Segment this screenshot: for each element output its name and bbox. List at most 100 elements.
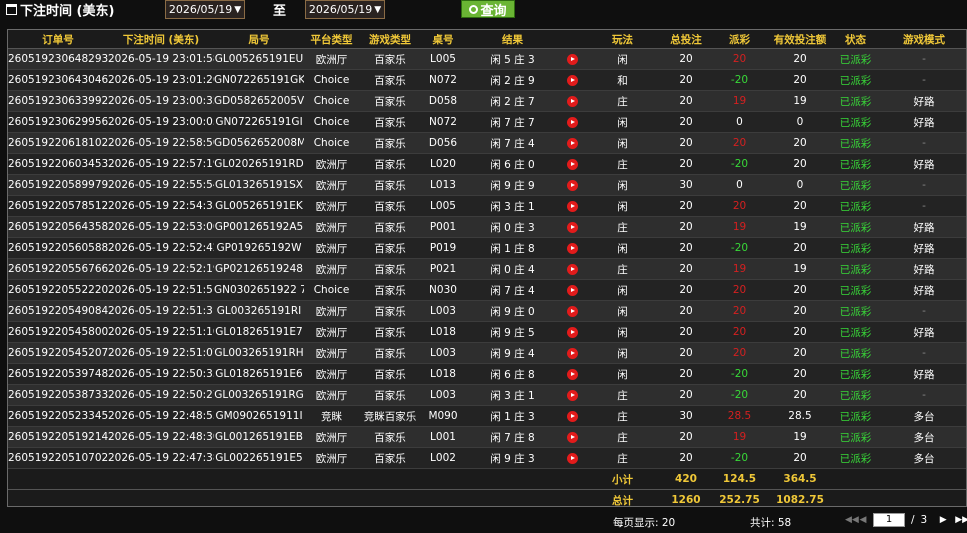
cell-table-no: L020	[421, 153, 465, 175]
prev-page-icon[interactable]: ◀	[857, 515, 869, 525]
play-icon[interactable]	[567, 158, 578, 170]
cell-round-id: GL003265191RH	[214, 342, 304, 364]
play-icon[interactable]	[567, 284, 578, 296]
cell-bet-time: 2026-05-19 22:51:07	[108, 342, 214, 364]
play-icon[interactable]	[567, 389, 578, 401]
cell-table-no: N072	[421, 111, 465, 133]
cell-bet-type: 闲	[585, 237, 660, 259]
table-row[interactable]: 260519220560588 2026-05-19 22:52:42 GP0192…	[8, 237, 966, 259]
table-row[interactable]: 260519230629956 2026-05-19 23:00:05 GN0722…	[8, 111, 966, 133]
table-row[interactable]: 260519220552220 2026-05-19 22:51:51 GN0302…	[8, 279, 966, 301]
cell-payout: 19	[712, 258, 767, 280]
cell-game-type: 百家乐	[359, 279, 421, 301]
table-row[interactable]: 260519220545800 2026-05-19 22:51:10 GL0182…	[8, 321, 966, 343]
table-row[interactable]: 260519230633992 2026-05-19 23:00:33 GD0582…	[8, 90, 966, 112]
play-icon[interactable]	[567, 410, 578, 422]
play-icon[interactable]	[567, 368, 578, 380]
search-button[interactable]: 查询	[461, 0, 515, 19]
table-row[interactable]: 260519220589979 2026-05-19 22:55:54 GL0132…	[8, 174, 966, 196]
play-icon[interactable]	[567, 95, 578, 107]
play-icon[interactable]	[567, 452, 578, 464]
cell-round-id: GP019265192W	[214, 237, 304, 259]
table-row[interactable]: 260519220523345 2026-05-19 22:48:53 GM0902…	[8, 405, 966, 427]
date-to-picker[interactable]: 2026/05/19 ▼	[305, 0, 385, 19]
cell-total-bet: 20	[660, 426, 712, 448]
cell-platform: 欧洲厅	[304, 426, 359, 448]
cell-status: 已派彩	[833, 90, 878, 112]
first-page-icon[interactable]: ◀◀	[845, 515, 859, 525]
total-row-label: 总计	[585, 489, 660, 506]
table-row[interactable]: 260519220510702 2026-05-19 22:47:38 GL0022…	[8, 447, 966, 469]
col-status-header: 状态	[833, 30, 878, 49]
cell-order-id: 260519220556766	[8, 258, 108, 280]
play-icon[interactable]	[567, 347, 578, 359]
cell-bet-type: 闲	[585, 342, 660, 364]
table-row[interactable]: 260519220618102 2026-05-19 22:58:50 GD0562…	[8, 132, 966, 154]
next-page-icon[interactable]: ▶	[937, 515, 949, 525]
cell-status: 已派彩	[833, 69, 878, 91]
table-row[interactable]: 260519220578512 2026-05-19 22:54:35 GL0052…	[8, 195, 966, 217]
play-icon[interactable]	[567, 137, 578, 149]
empty-cell	[465, 489, 560, 506]
cell-replay	[560, 195, 585, 217]
play-icon[interactable]	[567, 431, 578, 443]
cell-status: 已派彩	[833, 321, 878, 343]
cell-result: 闲 5 庄 3	[465, 48, 560, 70]
cell-game-type: 百家乐	[359, 216, 421, 238]
cell-table-no: N030	[421, 279, 465, 301]
table-row[interactable]: 260519220564358 2026-05-19 22:53:06 GP0012…	[8, 216, 966, 238]
col-replay-header	[560, 30, 585, 49]
date-to-value: 2026/05/19	[308, 3, 373, 16]
empty-cell	[421, 468, 465, 490]
last-page-icon[interactable]: ▶▶	[955, 515, 967, 525]
cell-platform: 欧洲厅	[304, 216, 359, 238]
cell-replay	[560, 405, 585, 427]
play-icon[interactable]	[567, 200, 578, 212]
bet-records-table: 订单号 下注时间 (美东) 局号 平台类型 游戏类型 桌号 结果 玩法 总投注 派彩 有效投注额 状态…	[7, 29, 967, 507]
cell-game-type: 百家乐	[359, 300, 421, 322]
cell-platform: 欧洲厅	[304, 48, 359, 70]
subtotal-row-valid: 364.5	[767, 468, 833, 490]
table-row[interactable]: 260519220603453 2026-05-19 22:57:19 GL0202…	[8, 153, 966, 175]
cell-status: 已派彩	[833, 216, 878, 238]
table-row[interactable]: 260519230648293 2026-05-19 23:01:58 GL0052…	[8, 48, 966, 70]
play-icon[interactable]	[567, 221, 578, 233]
cell-valid-bet: 20	[767, 132, 833, 154]
table-row[interactable]: 260519230643046 2026-05-19 23:01:26 GN0722…	[8, 69, 966, 91]
col-bet-time-header: 下注时间 (美东)	[108, 30, 214, 49]
cell-round-id: GN072265191GI	[214, 111, 304, 133]
cell-game-mode: 好路	[878, 153, 966, 175]
page-number-input[interactable]: 1	[873, 513, 905, 527]
table-row[interactable]: 260519220549084 2026-05-19 22:51:31 GL0032…	[8, 300, 966, 322]
empty-cell	[8, 489, 108, 506]
play-icon[interactable]	[567, 305, 578, 317]
cell-round-id: GN0302651922 7	[214, 279, 304, 301]
play-icon[interactable]	[567, 242, 578, 254]
play-icon[interactable]	[567, 263, 578, 275]
play-icon[interactable]	[567, 326, 578, 338]
date-from-picker[interactable]: 2026/05/19 ▼	[165, 0, 245, 19]
table-row[interactable]: 260519220556766 2026-05-19 22:52:19 GP0212…	[8, 258, 966, 280]
play-icon[interactable]	[567, 179, 578, 191]
cell-round-id: GL002265191E5	[214, 447, 304, 469]
cell-valid-bet: 20	[767, 300, 833, 322]
empty-cell	[560, 468, 585, 490]
table-row[interactable]: 260519220539748 2026-05-19 22:50:35 GL0182…	[8, 363, 966, 385]
play-icon[interactable]	[567, 116, 578, 128]
cell-valid-bet: 20	[767, 195, 833, 217]
cell-platform: 欧洲厅	[304, 384, 359, 406]
cell-order-id: 260519220564358	[8, 216, 108, 238]
cell-order-id: 260519220552220	[8, 279, 108, 301]
table-row[interactable]: 260519220519214 2026-05-19 22:48:30 GL0012…	[8, 426, 966, 448]
cell-total-bet: 20	[660, 216, 712, 238]
cell-game-type: 百家乐	[359, 111, 421, 133]
cell-total-bet: 20	[660, 48, 712, 70]
cell-payout: 19	[712, 216, 767, 238]
cell-valid-bet: 20	[767, 384, 833, 406]
table-row[interactable]: 260519220545207 2026-05-19 22:51:07 GL0032…	[8, 342, 966, 364]
cell-platform: 欧洲厅	[304, 153, 359, 175]
table-row[interactable]: 260519220538733 2026-05-19 22:50:27 GL0032…	[8, 384, 966, 406]
cell-platform: 竞眯	[304, 405, 359, 427]
play-icon[interactable]	[567, 74, 578, 86]
play-icon[interactable]	[567, 53, 578, 65]
